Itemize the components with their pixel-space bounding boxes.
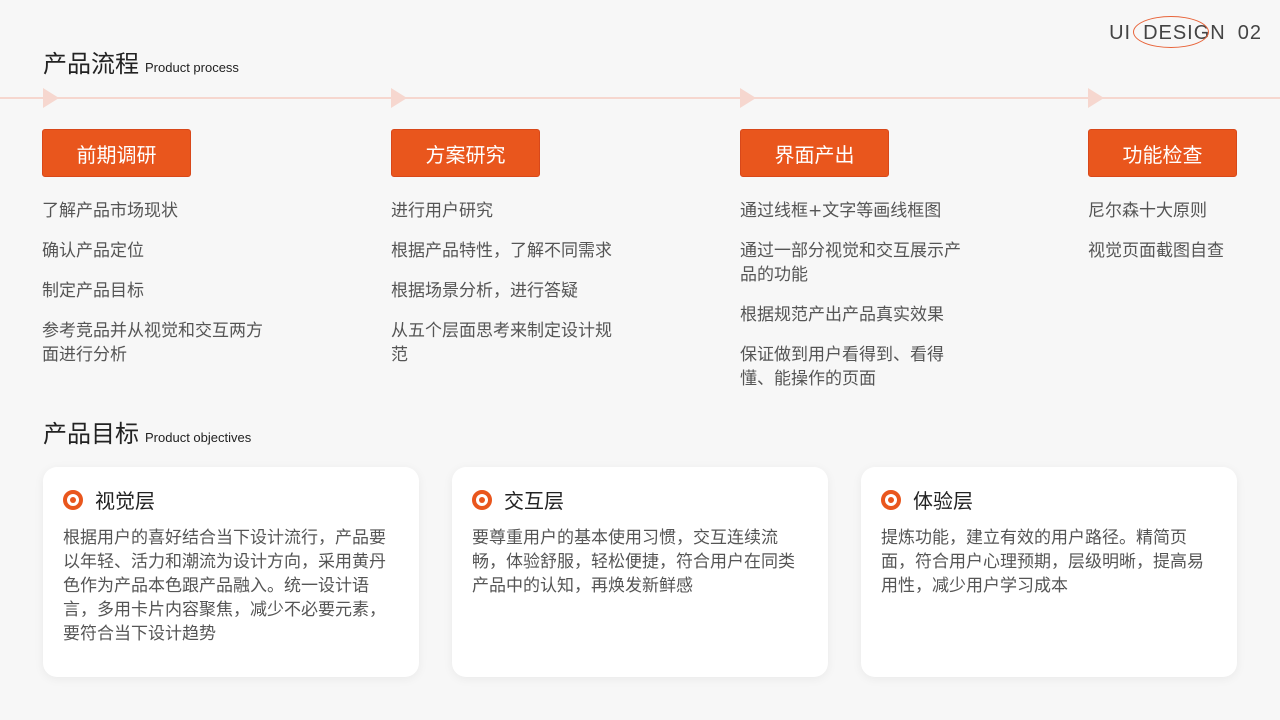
objective-cards: 视觉层 根据用户的喜好结合当下设计流行，产品要以年轻、活力和潮流为设计方向，采用… xyxy=(43,467,1237,677)
step-item: 参考竞品并从视觉和交互两方面进行分析 xyxy=(42,321,263,365)
step-button[interactable]: 界面产出 xyxy=(740,129,889,177)
step-items: 通过线框+文字等画线框图 通过一部分视觉和交互展示产品的功能 根据规范产出产品真… xyxy=(740,199,990,391)
timeline-arrow-icon xyxy=(391,88,407,108)
step-item: 确认产品定位 xyxy=(42,241,144,261)
card-title: 视觉层 xyxy=(95,489,155,513)
step-item: 了解产品市场现状 xyxy=(42,201,178,221)
step-item: 尼尔森十大原则 xyxy=(1088,201,1207,221)
step-item: 根据场景分析，进行答疑 xyxy=(391,281,578,301)
brand-highlight: DESIGN xyxy=(1133,16,1230,48)
objectives-title-en: Product objectives xyxy=(145,430,252,445)
timeline-arrow-icon xyxy=(43,88,59,108)
step-item: 进行用户研究 xyxy=(391,201,493,221)
objective-card-interaction: 交互层 要尊重用户的基本使用习惯，交互连续流畅，体验舒服，轻松便捷，符合用户在同… xyxy=(452,467,828,677)
process-step-research: 前期调研 了解产品市场现状 确认产品定位 制定产品目标 参考竞品并从视觉和交互两… xyxy=(42,129,292,383)
process-title-en: Product process xyxy=(145,60,239,75)
step-items: 进行用户研究 根据产品特性，了解不同需求 根据场景分析，进行答疑 从五个层面思考… xyxy=(391,199,641,367)
step-item: 视觉页面截图自查 xyxy=(1088,241,1224,261)
card-body: 根据用户的喜好结合当下设计流行，产品要以年轻、活力和潮流为设计方向，采用黄丹色作… xyxy=(63,528,386,644)
card-title: 交互层 xyxy=(504,489,564,513)
card-body: 要尊重用户的基本使用习惯，交互连续流畅，体验舒服，轻松便捷，符合用户在同类产品中… xyxy=(472,528,795,596)
card-title: 体验层 xyxy=(913,489,973,513)
objective-card-visual: 视觉层 根据用户的喜好结合当下设计流行，产品要以年轻、活力和潮流为设计方向，采用… xyxy=(43,467,419,677)
timeline-arrow-icon xyxy=(740,88,756,108)
step-button[interactable]: 前期调研 xyxy=(42,129,191,177)
process-step-check: 功能检查 尼尔森十大原则 视觉页面截图自查 xyxy=(1088,129,1268,279)
brand-suffix: 02 xyxy=(1237,22,1262,44)
objectives-section-title: 产品目标 Product objectives xyxy=(43,414,251,449)
card-header: 体验层 xyxy=(881,485,1217,514)
process-title-zh: 产品流程 xyxy=(43,50,139,78)
step-item: 保证做到用户看得到、看得懂、能操作的页面 xyxy=(740,345,944,389)
card-header: 交互层 xyxy=(472,485,808,514)
ring-icon xyxy=(881,489,901,510)
step-item: 通过线框+文字等画线框图 xyxy=(740,201,942,221)
timeline-arrow-icon xyxy=(1088,88,1104,108)
process-section-title: 产品流程 Product process xyxy=(43,44,239,79)
step-items: 了解产品市场现状 确认产品定位 制定产品目标 参考竞品并从视觉和交互两方面进行分… xyxy=(42,199,292,367)
process-step-interface: 界面产出 通过线框+文字等画线框图 通过一部分视觉和交互展示产品的功能 根据规范… xyxy=(740,129,990,407)
objectives-title-zh: 产品目标 xyxy=(43,420,139,448)
card-body: 提炼功能，建立有效的用户路径。精简页面，符合用户心理预期，层级明晰，提高易用性，… xyxy=(881,528,1204,596)
step-item: 从五个层面思考来制定设计规范 xyxy=(391,321,612,365)
step-item: 根据规范产出产品真实效果 xyxy=(740,305,944,325)
step-button[interactable]: 功能检查 xyxy=(1088,129,1237,177)
ring-icon xyxy=(472,489,492,510)
brand-logo: UI DESIGN 02 xyxy=(1109,16,1262,48)
process-step-solution: 方案研究 进行用户研究 根据产品特性，了解不同需求 根据场景分析，进行答疑 从五… xyxy=(391,129,641,383)
step-item: 制定产品目标 xyxy=(42,281,144,301)
objective-card-experience: 体验层 提炼功能，建立有效的用户路径。精简页面，符合用户心理预期，层级明晰，提高… xyxy=(861,467,1237,677)
card-header: 视觉层 xyxy=(63,485,399,514)
brand-prefix: UI xyxy=(1109,22,1132,44)
ring-icon xyxy=(63,489,83,510)
step-button[interactable]: 方案研究 xyxy=(391,129,540,177)
step-item: 根据产品特性，了解不同需求 xyxy=(391,241,612,261)
step-item: 通过一部分视觉和交互展示产品的功能 xyxy=(740,241,961,285)
brand-ellipse xyxy=(1133,16,1210,48)
step-items: 尼尔森十大原则 视觉页面截图自查 xyxy=(1088,199,1268,263)
